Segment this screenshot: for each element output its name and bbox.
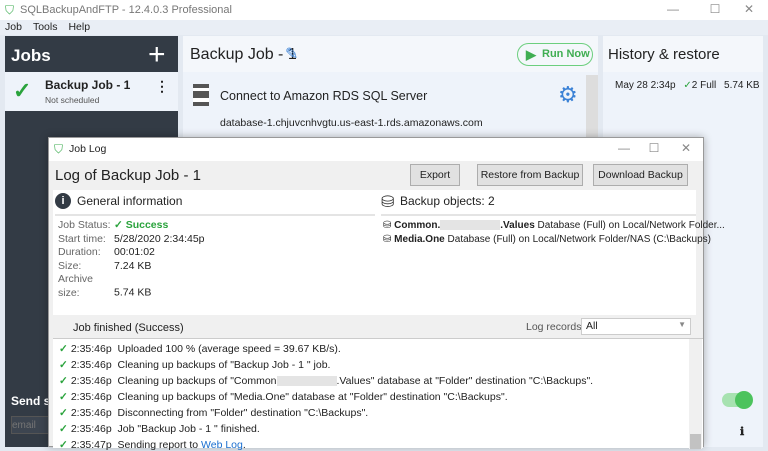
- menu-tools[interactable]: Tools: [33, 21, 58, 33]
- dialog-title: Job Log: [69, 143, 107, 155]
- dialog-maximize-button[interactable]: ☐: [639, 141, 669, 157]
- log-records-label: Log records: [526, 321, 582, 333]
- download-backup-button[interactable]: Download Backup: [593, 164, 688, 186]
- general-info-fields: Job Status: ✓ Success Start time: 5/28/202…: [58, 219, 205, 299]
- check-icon: ✓: [683, 80, 692, 91]
- job-item[interactable]: ✓ Backup Job - 1 Not scheduled ⋮: [5, 72, 178, 111]
- web-log-link[interactable]: Web Log: [201, 439, 243, 451]
- edit-pencil-icon[interactable]: ✎: [285, 44, 298, 64]
- app-logo-icon: ⛉: [54, 142, 64, 156]
- plus-icon[interactable]: +: [148, 38, 166, 72]
- menu-bar: Job Tools Help: [0, 20, 768, 35]
- job-scrollbar[interactable]: [586, 75, 598, 145]
- job-name: Backup Job - 1: [45, 78, 131, 92]
- app-logo-icon: ⛉: [5, 3, 15, 17]
- server-address: database-1.chjuvcnhvgtu.us-east-1.rds.am…: [220, 117, 483, 129]
- status-value: ✓ Success: [114, 219, 169, 231]
- log-records-select[interactable]: All ▼: [581, 318, 691, 335]
- database-icon: ⛁: [381, 194, 395, 211]
- title-bar: ⛉ SQLBackupAndFTP - 12.4.0.3 Professiona…: [0, 0, 768, 20]
- info-area: i General information Job Status: ✓ Succe…: [53, 190, 725, 315]
- info-icon: i: [55, 193, 71, 209]
- chevron-down-icon: ▼: [678, 320, 686, 329]
- log-heading: Log of Backup Job - 1: [55, 167, 201, 184]
- toggle-switch[interactable]: [722, 391, 753, 409]
- dialog-close-button[interactable]: ✕: [671, 141, 701, 157]
- maximize-button[interactable]: ☐: [700, 2, 730, 18]
- log-row: ✓ 2:35:46p Cleaning up backups of "Media.…: [59, 391, 508, 403]
- log-row: ✓ 2:35:46p Cleaning up backups of "Common…: [59, 375, 594, 387]
- app-title: SQLBackupAndFTP - 12.4.0.3 Professional: [20, 4, 232, 16]
- log-row: ✓ 2:35:47p Sending report to Web Log.: [59, 439, 246, 451]
- job-log-dialog: ⛉ Job Log — ☐ ✕ Log of Backup Job - 1 Ex…: [48, 137, 725, 451]
- log-status: Job finished (Success): [73, 322, 184, 334]
- run-now-button[interactable]: ▶ Run Now: [517, 43, 593, 66]
- menu-job[interactable]: Job: [5, 21, 22, 33]
- gear-icon[interactable]: ⚙: [558, 82, 578, 108]
- minimize-button[interactable]: —: [658, 2, 688, 18]
- log-row: ✓ 2:35:46p Cleaning up backups of "Backup…: [59, 359, 331, 371]
- general-info-title: General information: [77, 194, 183, 208]
- dialog-title-bar: ⛉ Job Log — ☐ ✕: [49, 138, 703, 161]
- backup-object[interactable]: ⛁ Common. .Values Database (Full) on Loca…: [383, 219, 725, 233]
- job-schedule: Not scheduled: [45, 95, 100, 105]
- backup-objects-title: Backup objects: 2: [400, 194, 495, 208]
- play-icon: ▶: [526, 47, 536, 62]
- restore-from-backup-button[interactable]: Restore from Backup: [477, 164, 583, 186]
- jobs-title: Jobs: [11, 46, 51, 65]
- history-row[interactable]: May 28 2:34p ✓2 Full 5.74 KB: [615, 80, 760, 91]
- log-scrollbar[interactable]: [689, 339, 702, 449]
- job-title: Backup Job - 1: [190, 46, 297, 63]
- step-title: Connect to Amazon RDS SQL Server: [220, 89, 428, 103]
- backup-object[interactable]: ⛁ Media.One Database (Full) on Local/Net…: [383, 233, 725, 247]
- log-row: ✓ 2:35:46p Job "Backup Job - 1 " finished…: [59, 423, 260, 435]
- server-icon: [193, 84, 209, 106]
- check-icon: ✓: [13, 78, 32, 103]
- history-header: History & restore: [603, 36, 763, 72]
- log-row: ✓ 2:35:46p Disconnecting from "Folder" de…: [59, 407, 369, 419]
- log-list: ✓ 2:35:46p Uploaded 100 % (average speed …: [53, 338, 703, 451]
- email-input[interactable]: [11, 416, 51, 434]
- export-button[interactable]: Export: [410, 164, 460, 186]
- log-row: ✓ 2:35:46p Uploaded 100 % (average speed …: [59, 343, 341, 355]
- history-title: History & restore: [608, 46, 720, 63]
- info-icon[interactable]: ℹ: [740, 425, 744, 438]
- close-button[interactable]: ✕: [734, 2, 764, 18]
- dialog-minimize-button[interactable]: —: [609, 141, 639, 157]
- backup-objects-list: ⛁ Common. .Values Database (Full) on Loca…: [383, 219, 725, 247]
- more-icon[interactable]: ⋮: [155, 78, 169, 95]
- menu-help[interactable]: Help: [68, 21, 90, 33]
